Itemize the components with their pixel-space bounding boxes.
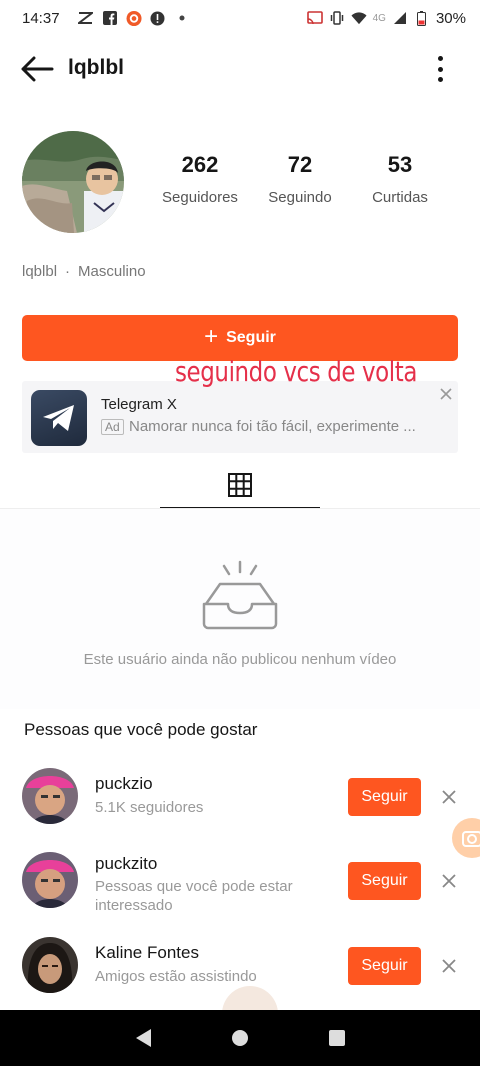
suggestion-subtitle: Pessoas que você pode estar interessado [95,878,293,914]
suggestion-name: puckzito [95,854,158,873]
close-icon [442,874,456,888]
nav-home-icon[interactable] [231,1030,248,1046]
recording-app-icon [126,10,142,26]
camera-icon [462,831,480,847]
close-icon [440,388,452,400]
suggestion-subtitle: Amigos estão assistindo [95,968,257,985]
following-stat[interactable]: 72 Seguindo [250,152,350,206]
empty-tray-icon [200,558,280,633]
likes-count: 53 [387,152,413,177]
more-dot-icon [437,77,443,82]
battery-icon [414,10,430,26]
status-left: 14:37 [22,10,190,27]
close-icon [442,790,456,804]
profile-bio: lqblbl · Masculino [22,263,146,280]
followers-stat[interactable]: 262 Seguidores [150,152,250,206]
suggestion-follow-button[interactable]: Seguir [348,778,421,816]
wifi-icon [351,10,367,26]
bio-separator: · [65,263,71,280]
suggestion-dismiss-button[interactable] [439,956,459,976]
alert-icon [150,10,166,26]
empty-state-text: Este usuário ainda não publicou nenhum v… [83,651,397,668]
suggestion-dismiss-button[interactable] [439,787,459,807]
profile-header: lqblbl [0,44,480,94]
likes-label: Curtidas [372,189,428,206]
network-type: 4G [372,12,386,24]
status-time: 14:37 [22,9,60,27]
likes-stat[interactable]: 53 Curtidas [350,152,450,206]
more-dot-icon [437,56,443,61]
bio-username: lqblbl [22,263,58,280]
bio-gender: Masculino [78,263,146,280]
suggestion-item[interactable]: puckzito Pessoas que você pode estar int… [0,852,480,922]
following-label: Seguindo [268,189,332,206]
plus-icon: + [204,323,219,350]
page-title: lqblbl [68,56,124,79]
suggestion-subtitle: 5.1K seguidores [95,799,204,816]
ad-description: Namorar nunca foi tão fácil, experimente… [129,418,416,435]
facebook-icon [102,10,118,26]
more-options-button[interactable] [430,54,450,84]
dot-icon [174,10,190,26]
suggestions-title: Pessoas que você pode gostar [24,720,258,739]
tab-videos-grid[interactable] [160,463,320,509]
ad-title: Telegram X [101,396,177,413]
avatar[interactable] [22,768,78,824]
status-right: 4G 30% [306,9,466,27]
arrow-left-icon [21,56,54,82]
vibrate-icon [329,10,345,26]
suggestion-name: Kaline Fontes [95,943,199,962]
telegram-icon [31,390,87,446]
profile-avatar[interactable] [22,131,124,233]
following-count: 72 [287,152,313,177]
suggestion-dismiss-button[interactable] [439,871,459,891]
status-bar: 14:37 4G 30% [0,0,480,36]
suggestion-item[interactable]: puckzio 5.1K seguidores Seguir [0,768,480,838]
cast-icon [306,10,323,26]
more-dot-icon [437,66,443,72]
battery-level: 30% [435,9,466,27]
avatar[interactable] [22,937,78,993]
ad-banner[interactable]: Telegram X Ad Namorar nunca foi tão fáci… [22,381,458,453]
overlay-caption: seguindo vcs de volta [175,355,418,388]
suggestion-follow-button[interactable]: Seguir [348,862,421,900]
follow-button-label: Seguir [226,329,276,346]
system-navigation-bar [0,1010,480,1066]
grid-icon [228,473,252,497]
back-button[interactable] [20,54,56,84]
suggestion-follow-button[interactable]: Seguir [348,947,421,985]
profile-stats: 262 Seguidores 72 Seguindo 53 Curtidas [150,152,450,206]
avatar[interactable] [22,852,78,908]
close-icon [442,959,456,973]
suggestion-name: puckzio [95,774,153,793]
ad-close-button[interactable] [440,384,452,405]
followers-label: Seguidores [162,189,238,206]
ad-tag: Ad [101,419,124,435]
nav-back-icon[interactable] [135,1029,151,1047]
nav-recent-apps-icon[interactable] [328,1030,345,1046]
followers-count: 262 [181,152,219,177]
app-notification-icon [78,10,94,26]
signal-icon [392,10,408,26]
